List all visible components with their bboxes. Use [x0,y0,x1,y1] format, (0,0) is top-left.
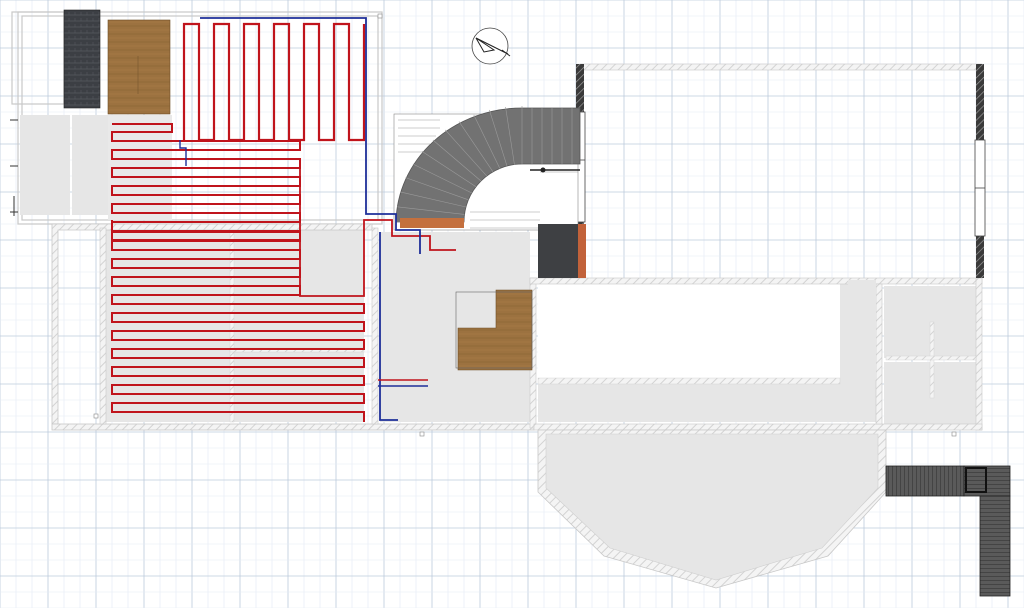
fireplace [538,224,586,278]
floor-plan-canvas[interactable] [0,0,1024,608]
floor-plan-drawing [0,0,1024,608]
heating-loop-top [182,22,366,142]
deck-walkway [885,465,1011,597]
compass-north-arrow-icon [471,27,511,65]
heating-return-line [200,17,421,254]
stair-well [393,106,581,231]
wall-marks [10,119,18,216]
roof-tiles [63,9,101,109]
wood-floor-top [107,19,171,115]
bay-area-floor [545,433,879,581]
